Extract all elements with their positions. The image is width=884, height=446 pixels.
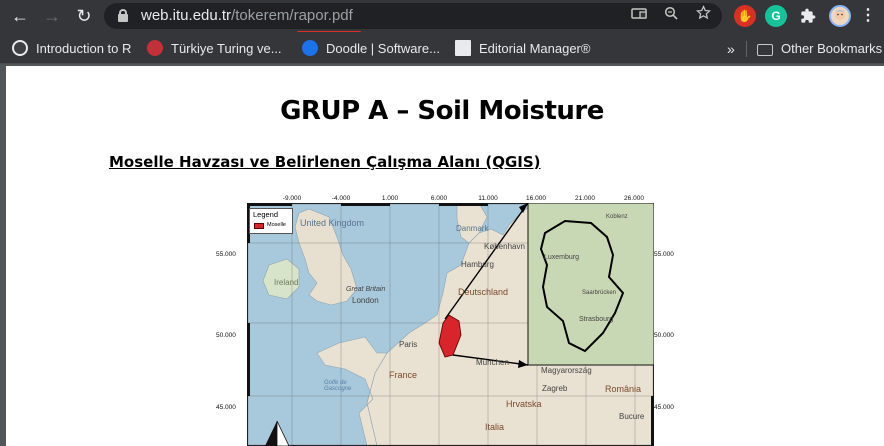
profile-avatar[interactable] xyxy=(829,5,851,27)
grammarly-icon[interactable]: G xyxy=(765,5,787,27)
place-label: Hamburg xyxy=(461,260,494,269)
place-label: Danmark xyxy=(456,224,489,233)
document-subtitle: Moselle Havzası ve Belirlenen Çalışma Al… xyxy=(109,153,541,171)
pdf-page: GRUP A – Soil Moisture Moselle Havzası v… xyxy=(6,66,884,446)
url-path: /tokerem/rapor.pdf xyxy=(231,7,353,24)
inset-place-label: Luxemburg xyxy=(544,254,580,261)
lat-tick-label: 55.000 xyxy=(216,251,236,258)
place-label: Zagreb xyxy=(542,384,568,393)
document-title: GRUP A – Soil Moisture xyxy=(280,96,604,126)
legend-swatch xyxy=(254,223,264,229)
legend-label: Moselle xyxy=(267,222,286,228)
place-label: Great Britain xyxy=(346,286,386,293)
bookmark-editorial-manager[interactable]: Editorial Manager® xyxy=(455,40,590,58)
doodle-logo-icon xyxy=(302,40,318,56)
map-legend: Legend Moselle xyxy=(249,208,293,234)
forward-button[interactable]: → xyxy=(40,4,64,28)
browser-toolbar: ← → ↻ web.itu.edu.tr/tokerem/rapor.pdf ✋… xyxy=(0,0,884,34)
back-button[interactable]: ← xyxy=(8,4,32,28)
base-map-graphic xyxy=(247,203,654,446)
legend-title: Legend xyxy=(253,210,279,219)
zoom-icon[interactable] xyxy=(660,5,682,27)
bookmarks-divider xyxy=(746,41,747,57)
lon-tick-label: 16.000 xyxy=(526,195,546,202)
lon-tick-label: 26.000 xyxy=(624,195,644,202)
place-label: United Kingdom xyxy=(300,218,365,228)
url-text[interactable]: web.itu.edu.tr/tokerem/rapor.pdf xyxy=(141,7,353,24)
bookmark-label: Türkiye Turing ve... xyxy=(171,41,282,56)
place-label: Deutschland xyxy=(458,287,509,297)
lon-tick-label: 21.000 xyxy=(575,195,595,202)
globe-icon xyxy=(12,40,28,56)
place-label: Italia xyxy=(485,422,505,432)
cast-icon[interactable] xyxy=(628,5,650,27)
bookmarks-bar: Introduction to R Türkiye Turing ve... D… xyxy=(0,32,884,64)
lon-tick-label: 6.000 xyxy=(430,195,448,202)
inset-place-label: Koblenz xyxy=(606,214,628,220)
place-label: France xyxy=(389,370,418,380)
bookmark-label: Doodle | Software... xyxy=(326,41,440,56)
place-label: Bucure xyxy=(619,412,645,421)
lat-tick-label: 50.000 xyxy=(654,332,674,339)
other-bookmarks-folder[interactable]: Other Bookmarks xyxy=(757,40,882,58)
place-label: Paris xyxy=(399,340,418,349)
bookmarks-overflow-button[interactable]: » xyxy=(727,40,735,58)
lat-tick-label: 55.000 xyxy=(654,251,674,258)
lat-tick-label: 45.000 xyxy=(216,404,236,411)
other-bookmarks-label: Other Bookmarks xyxy=(781,41,883,56)
lat-tick-label: 45.000 xyxy=(654,404,674,411)
lon-tick-label: 1.000 xyxy=(381,195,399,202)
place-label: Ireland xyxy=(274,278,299,287)
bookmark-turing[interactable]: Türkiye Turing ve... xyxy=(147,40,282,58)
lon-tick-label: 11.000 xyxy=(478,195,498,202)
folder-icon xyxy=(757,44,773,56)
lon-tick-label: -4.000 xyxy=(331,195,351,202)
menu-icon[interactable]: ⋮ xyxy=(856,4,880,28)
bookmark-introduction-to-r[interactable]: Introduction to R xyxy=(12,40,131,58)
bookmark-label: Editorial Manager® xyxy=(479,41,591,56)
place-label: Magyarország xyxy=(541,366,592,375)
place-label: România xyxy=(605,384,642,394)
place-label: Hrvatska xyxy=(506,399,542,409)
extensions-puzzle-icon[interactable] xyxy=(797,5,819,27)
place-label: Golfe de Gascogne xyxy=(324,380,352,392)
bookmark-label: Introduction to R xyxy=(36,41,132,56)
place-label: London xyxy=(352,296,379,305)
bookmark-star-icon[interactable] xyxy=(692,5,714,27)
place-label: München xyxy=(476,358,509,367)
inset-place-label: Strasbourg xyxy=(579,316,614,323)
place-label: København xyxy=(484,242,525,251)
address-bar[interactable]: web.itu.edu.tr/tokerem/rapor.pdf xyxy=(104,3,722,34)
lock-icon[interactable] xyxy=(118,9,128,22)
url-host: web.itu.edu.tr xyxy=(141,7,232,24)
study-area-map: -9.000 -4.000 1.000 6.000 11.000 16.000 … xyxy=(216,194,678,446)
turing-logo-icon xyxy=(147,40,163,56)
lon-tick-label: -9.000 xyxy=(282,195,302,202)
editorial-manager-icon xyxy=(455,40,471,56)
lat-tick-label: 50.000 xyxy=(216,332,236,339)
reload-button[interactable]: ↻ xyxy=(72,4,96,28)
inset-place-label: Saarbrücken xyxy=(582,290,617,296)
adblock-icon[interactable]: ✋ xyxy=(734,5,756,27)
pdf-viewer[interactable]: GRUP A – Soil Moisture Moselle Havzası v… xyxy=(0,64,884,446)
bookmark-doodle[interactable]: Doodle | Software... xyxy=(302,40,440,58)
